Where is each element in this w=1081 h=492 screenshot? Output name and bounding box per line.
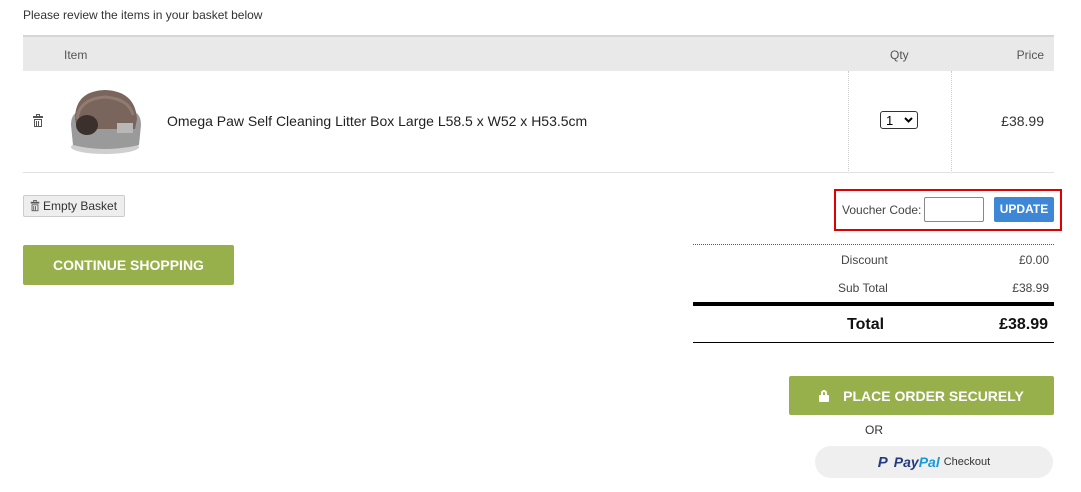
total-value: £38.99 bbox=[999, 316, 1048, 333]
place-order-button[interactable]: PLACE ORDER SECURELY bbox=[789, 376, 1054, 415]
paypal-checkout-button[interactable]: P PayPal Checkout bbox=[815, 446, 1053, 478]
header-price: Price bbox=[1016, 48, 1044, 62]
place-order-label: PLACE ORDER SECURELY bbox=[843, 387, 1024, 404]
product-image[interactable] bbox=[65, 85, 145, 157]
voucher-label: Voucher Code: bbox=[842, 203, 922, 217]
update-button[interactable]: UPDATE bbox=[994, 197, 1054, 222]
discount-value: £0.00 bbox=[1018, 253, 1049, 267]
trash-icon bbox=[30, 199, 40, 211]
header-qty: Qty bbox=[890, 48, 909, 62]
product-name[interactable]: Omega Paw Self Cleaning Litter Box Large… bbox=[167, 113, 587, 129]
intro-text: Please review the items in your basket b… bbox=[23, 8, 263, 22]
item-price: £38.99 bbox=[1001, 113, 1044, 129]
voucher-code-input[interactable] bbox=[924, 197, 984, 222]
subtotal-label: Sub Total bbox=[838, 281, 888, 295]
paypal-checkout-label: Checkout bbox=[943, 456, 991, 468]
basket-table-header: Item Qty Price bbox=[23, 35, 1054, 71]
trash-icon[interactable] bbox=[33, 114, 43, 127]
subtotal-value: £38.99 bbox=[1012, 281, 1049, 295]
table-row: Omega Paw Self Cleaning Litter Box Large… bbox=[23, 71, 1054, 173]
paypal-wordmark: PayPal bbox=[893, 454, 940, 470]
empty-basket-label: Empty Basket bbox=[43, 199, 118, 213]
paypal-logo: P bbox=[877, 453, 888, 471]
empty-basket-button[interactable]: Empty Basket bbox=[23, 195, 126, 217]
quantity-select[interactable]: 1 bbox=[880, 111, 918, 129]
total-label: Total bbox=[847, 316, 885, 333]
chevron-down-icon bbox=[904, 117, 913, 123]
continue-shopping-button[interactable]: CONTINUE SHOPPING bbox=[23, 245, 234, 285]
lock-icon bbox=[819, 390, 830, 402]
or-separator: OR bbox=[865, 423, 883, 437]
discount-label: Discount bbox=[841, 253, 888, 267]
header-item: Item bbox=[64, 48, 88, 62]
